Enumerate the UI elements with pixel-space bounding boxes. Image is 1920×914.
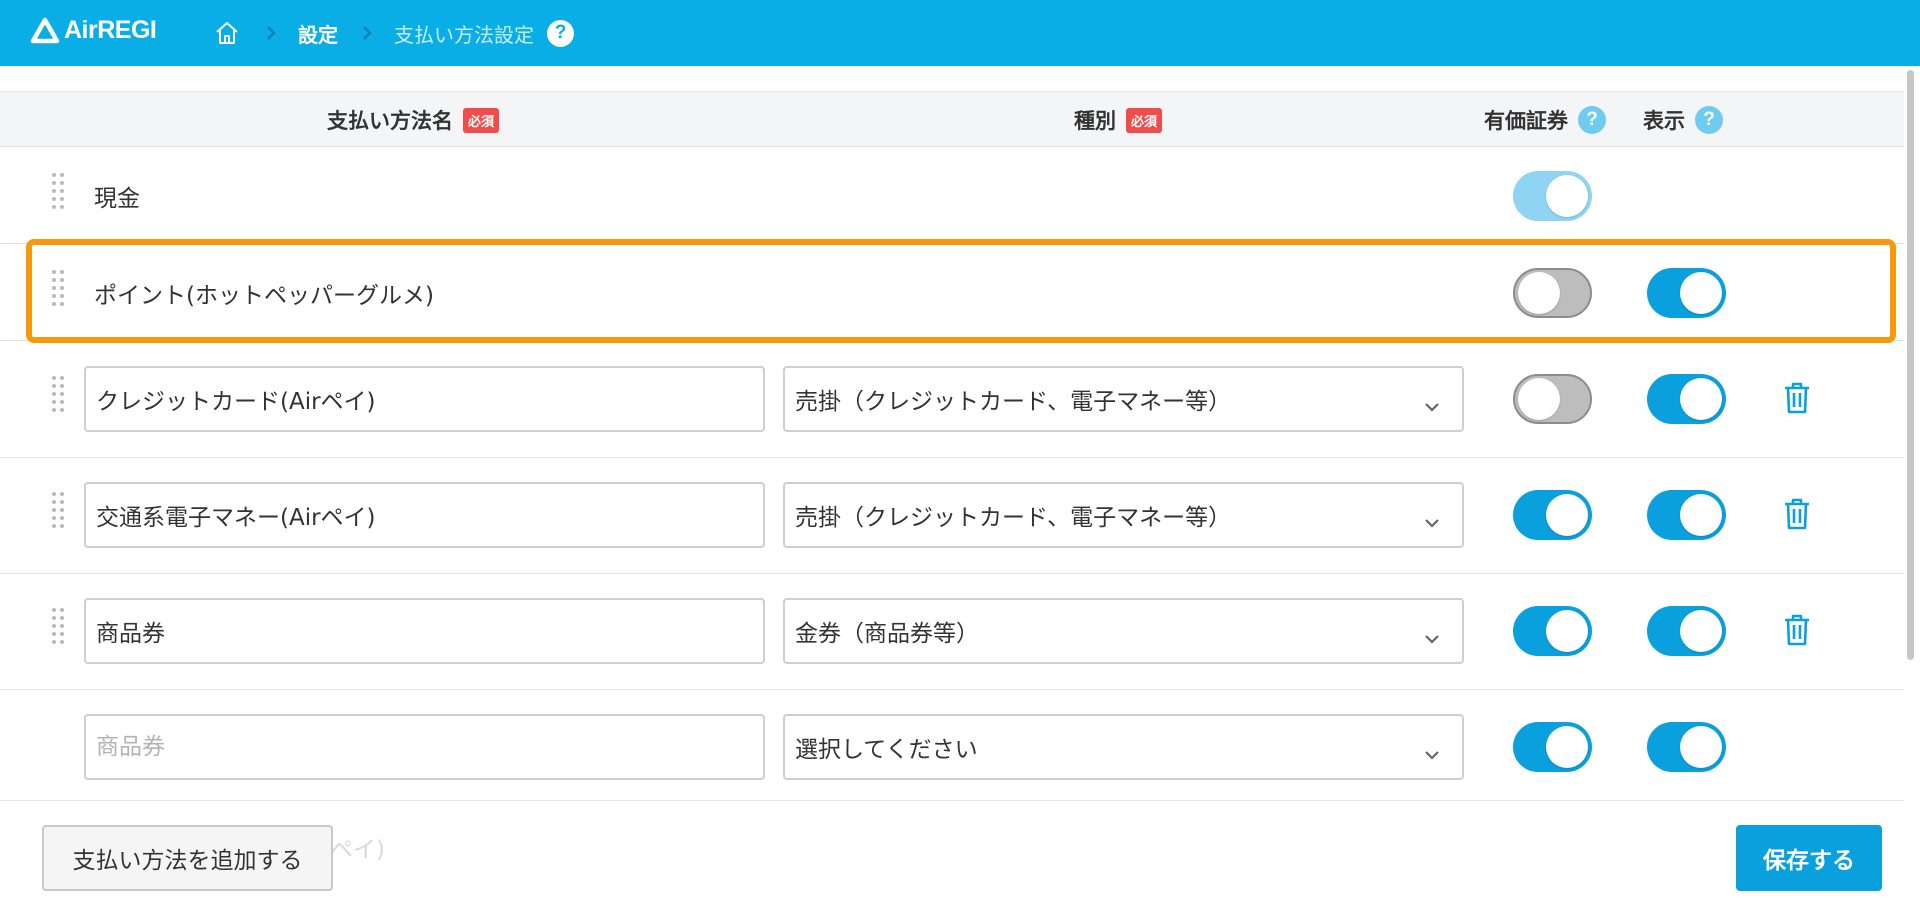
trash-icon[interactable] [1781,613,1813,647]
column-header-display-label: 表示 [1643,109,1685,133]
highlight-frame [26,239,1896,343]
required-badge: 必須 [463,107,500,133]
chevron-down-icon [1424,740,1440,766]
securities-toggle[interactable] [1513,722,1592,772]
payment-type-select[interactable]: 選択してください [783,714,1464,780]
help-icon[interactable]: ? [547,19,574,47]
payment-type-value: 選択してください [795,737,978,763]
add-payment-method-button[interactable]: 支払い方法を追加する [42,825,333,891]
display-toggle[interactable] [1647,374,1726,424]
column-header-name-label: 支払い方法名 [327,109,453,133]
chevron-down-icon [1424,508,1440,534]
breadcrumb: 設定 支払い方法設定 ? [212,18,574,48]
breadcrumb-payment-settings: 支払い方法設定 [394,22,534,47]
securities-toggle [1513,171,1592,221]
column-header-display: 表示 ? [1643,92,1723,148]
drag-handle-icon[interactable] [52,173,64,209]
drag-handle-icon[interactable] [52,608,64,644]
table-row: 売掛（クレジットカード、電子マネー等） [0,458,1904,574]
display-toggle[interactable] [1647,606,1726,656]
payment-type-select[interactable]: 売掛（クレジットカード、電子マネー等） [783,366,1464,432]
chevron-right-icon [266,23,278,43]
breadcrumb-settings[interactable]: 設定 [298,19,338,48]
column-header-type: 種別 必須 [1074,92,1163,148]
save-button[interactable]: 保存する [1736,825,1882,891]
display-toggle[interactable] [1647,722,1726,772]
table-row: 現金 [0,147,1904,244]
app-header: AirREGI 設定 支払い方法設定 ? [0,0,1920,66]
column-header-name: 支払い方法名 必須 [327,92,500,148]
payment-type-value: 金券（商品券等） [795,621,979,647]
payment-name-input[interactable] [84,598,765,664]
required-badge: 必須 [1126,107,1163,133]
chevron-down-icon [1424,392,1440,418]
table-row-new: 選択してください [0,690,1904,806]
column-header-securities: 有価証券 ? [1484,92,1606,148]
drag-handle-icon[interactable] [52,492,64,528]
securities-toggle[interactable] [1513,606,1592,656]
payment-type-value: 売掛（クレジットカード、電子マネー等） [795,505,1232,531]
payment-type-value: 売掛（クレジットカード、電子マネー等） [795,389,1232,415]
table-header: 支払い方法名 必須 種別 必須 有価証券 ? 表示 ? [0,91,1904,147]
faded-row-text: ペイ) [330,837,385,863]
chevron-down-icon [1424,624,1440,650]
drag-handle-icon[interactable] [52,376,64,412]
payment-name: 現金 [94,186,140,212]
logo-text: AirREGI [64,16,157,44]
payment-type-select[interactable]: 金券（商品券等） [783,598,1464,664]
help-icon[interactable]: ? [1578,106,1606,134]
column-header-type-label: 種別 [1074,109,1116,133]
column-header-securities-label: 有価証券 [1484,109,1568,133]
airregi-logo-icon [30,17,60,43]
trash-icon[interactable] [1781,381,1813,415]
payment-type-select[interactable]: 売掛（クレジットカード、電子マネー等） [783,482,1464,548]
table-row: 金券（商品券等） [0,574,1904,690]
table-row: 売掛（クレジットカード、電子マネー等） [0,341,1904,458]
chevron-right-icon [362,23,374,43]
vertical-scrollbar[interactable] [1907,70,1914,660]
help-icon[interactable]: ? [1695,106,1723,134]
securities-toggle[interactable] [1513,490,1592,540]
payment-name-input[interactable] [84,714,765,780]
airregi-logo[interactable]: AirREGI [30,16,157,45]
home-icon[interactable] [212,18,242,48]
display-toggle[interactable] [1647,490,1726,540]
securities-toggle[interactable] [1513,374,1592,424]
payment-name-input[interactable] [84,482,765,548]
payment-name-input[interactable] [84,366,765,432]
trash-icon[interactable] [1781,497,1813,531]
